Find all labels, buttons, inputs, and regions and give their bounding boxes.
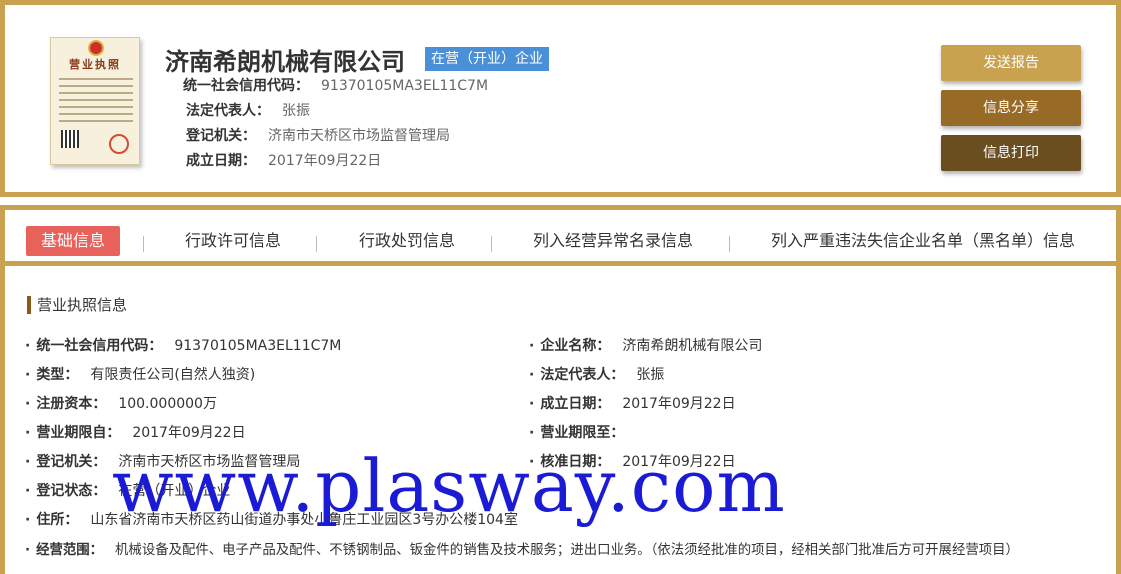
- company-header-card: 营业执照 济南希朗机械有限公司 在营（开业）企业 统一社会信用代码： 913701…: [0, 0, 1121, 197]
- field-value: 济南希朗机械有限公司: [622, 338, 763, 354]
- info-label: 登记机关：: [186, 128, 256, 144]
- info-label: 成立日期：: [186, 153, 256, 169]
- tab-divider: [491, 236, 492, 252]
- field-value: 2017年09月22日: [622, 396, 736, 412]
- field-label: 登记状态：: [36, 483, 107, 499]
- field-label: 营业期限至：: [540, 425, 625, 441]
- info-established-date: 成立日期： 2017年09月22日: [186, 150, 381, 170]
- field-established-date: · 成立日期： 2017年09月22日: [529, 396, 736, 412]
- field-label: 统一社会信用代码：: [36, 338, 163, 354]
- tab-admin-penalty[interactable]: 行政处罚信息: [359, 226, 455, 256]
- license-title: 营业执照: [69, 58, 121, 71]
- tab-blacklist[interactable]: 列入严重违法失信企业名单（黑名单）信息: [771, 226, 1075, 256]
- field-label: 法定代表人：: [540, 367, 625, 383]
- info-credit-code: 统一社会信用代码： 91370105MA3EL11C7M: [183, 75, 488, 95]
- field-value: 2017年09月22日: [132, 425, 246, 441]
- national-emblem-icon: [88, 40, 104, 56]
- tab-basic-info[interactable]: 基础信息: [26, 226, 121, 256]
- field-company-name: · 企业名称： 济南希朗机械有限公司: [529, 338, 763, 354]
- tab-divider: [729, 236, 730, 252]
- send-report-button[interactable]: 发送报告: [941, 45, 1081, 81]
- field-term-to: · 营业期限至：: [529, 425, 625, 441]
- info-value: 2017年09月22日: [268, 153, 382, 169]
- field-registered-capital: · 注册资本： 100.000000万: [25, 396, 217, 412]
- tab-abnormal-list[interactable]: 列入经营异常名录信息: [533, 226, 693, 256]
- field-label: 注册资本：: [36, 396, 107, 412]
- info-value: 济南市天桥区市场监督管理局: [268, 128, 450, 144]
- watermark-text: www.plasway.com: [112, 444, 786, 528]
- tab-divider: [316, 236, 317, 252]
- field-label: 类型：: [36, 367, 79, 383]
- field-value: 张振: [636, 367, 665, 383]
- field-label: 住所：: [36, 512, 79, 528]
- official-seal-icon: [109, 134, 129, 154]
- tab-bar: 基础信息 行政许可信息 行政处罚信息 列入经营异常名录信息 列入严重违法失信企业…: [5, 210, 1116, 266]
- status-badge: 在营（开业）企业: [425, 47, 549, 71]
- field-legal-rep: · 法定代表人： 张振: [529, 367, 665, 383]
- field-value: 有限责任公司(自然人独资): [90, 367, 256, 383]
- field-label: 营业期限自：: [36, 425, 121, 441]
- section-title: 营业执照信息: [27, 296, 127, 314]
- field-label: 登记机关：: [36, 454, 107, 470]
- info-legal-rep: 法定代表人： 张振: [186, 100, 310, 120]
- field-label: 成立日期：: [540, 396, 611, 412]
- field-credit-code: · 统一社会信用代码： 91370105MA3EL11C7M: [25, 338, 342, 354]
- business-license-image[interactable]: 营业执照: [50, 37, 140, 165]
- qr-code-icon: [61, 130, 79, 148]
- field-business-scope: · 经营范围： 机械设备及配件、电子产品及配件、不锈钢制品、钣金件的销售及技术服务；…: [25, 543, 1019, 558]
- print-info-button[interactable]: 信息打印: [941, 135, 1081, 171]
- tab-admin-license[interactable]: 行政许可信息: [185, 226, 281, 256]
- info-value: 张振: [282, 103, 310, 119]
- info-label: 统一社会信用代码：: [183, 78, 309, 94]
- field-value: 91370105MA3EL11C7M: [174, 338, 342, 354]
- info-value: 91370105MA3EL11C7M: [321, 78, 489, 94]
- info-label: 法定代表人：: [186, 103, 270, 119]
- field-value: 100.000000万: [118, 396, 217, 412]
- field-label: 经营范围：: [36, 543, 104, 558]
- field-value: 机械设备及配件、电子产品及配件、不锈钢制品、钣金件的销售及技术服务；进出口业务。…: [115, 543, 1019, 558]
- tab-divider: [143, 236, 144, 252]
- license-text-lines: [59, 78, 133, 127]
- field-term-from: · 营业期限自： 2017年09月22日: [25, 425, 246, 441]
- company-name: 济南希朗机械有限公司: [165, 48, 405, 76]
- share-info-button[interactable]: 信息分享: [941, 90, 1081, 126]
- field-type: · 类型： 有限责任公司(自然人独资): [25, 367, 256, 383]
- field-label: 企业名称：: [540, 338, 611, 354]
- info-registration-authority: 登记机关： 济南市天桥区市场监督管理局: [186, 125, 450, 145]
